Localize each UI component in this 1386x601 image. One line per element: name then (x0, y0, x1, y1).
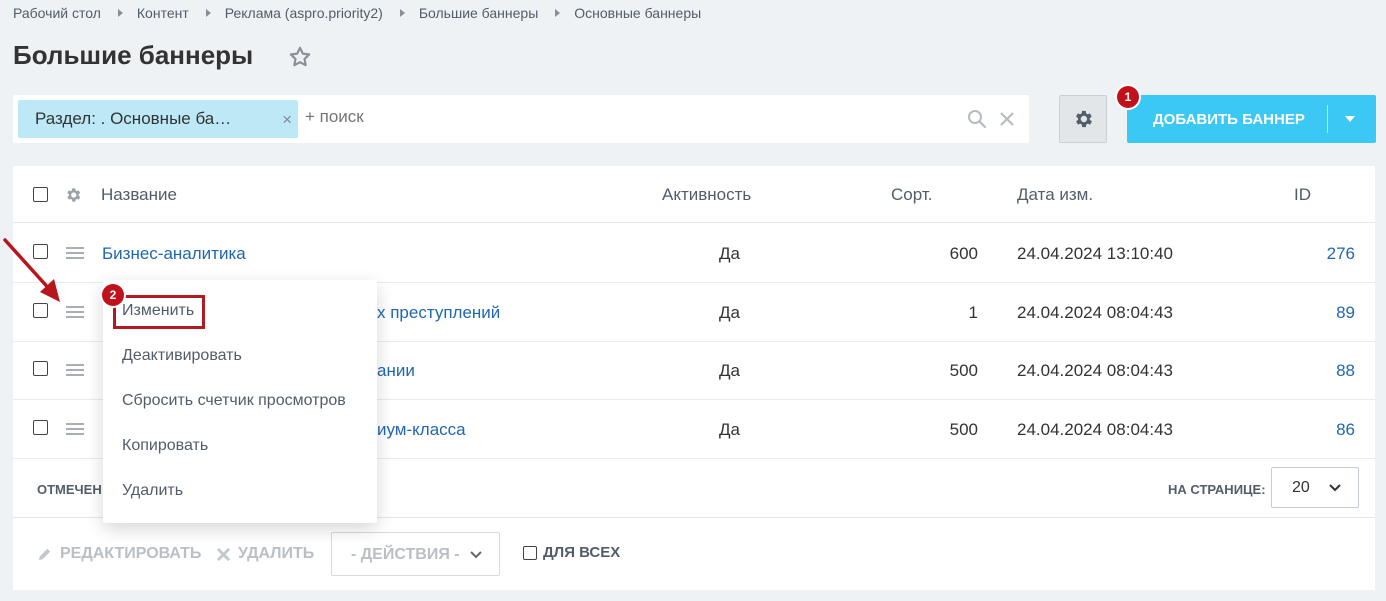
row-id-link[interactable]: 86 (1303, 420, 1355, 440)
row-id-link[interactable]: 88 (1303, 361, 1355, 381)
marked-count-label: ОТМЕЧЕН (37, 482, 102, 497)
actions-select[interactable]: - ДЕЙСТВИЯ - (331, 532, 500, 576)
row-name-link[interactable]: ании (377, 361, 415, 381)
row-sort: 1 (968, 303, 978, 322)
row-name-link[interactable]: иум-класса (377, 420, 466, 440)
breadcrumb-separator-icon (117, 9, 123, 17)
row-id-link[interactable]: 276 (1303, 244, 1355, 264)
row-sort: 500 (949, 361, 978, 380)
actions-select-value: - ДЕЙСТВИЯ - (351, 546, 460, 563)
settings-button[interactable] (1059, 95, 1107, 143)
filter-bar: Раздел: . Основные ба… × (13, 95, 1029, 143)
page-title: Большие баннеры (13, 40, 254, 70)
menu-item-edit[interactable]: Изменить (122, 302, 194, 320)
row-context-menu: Изменить Деактивировать Сбросить счетчик… (103, 280, 377, 523)
row-active: Да (719, 361, 740, 380)
group-action-bar: РЕДАКТИРОВАТЬ УДАЛИТЬ - ДЕЙСТВИЯ - ДЛЯ В… (13, 519, 1375, 590)
row-active: Да (719, 244, 740, 263)
step-badge-2: 2 (102, 284, 124, 306)
row-date: 24.04.2024 08:04:43 (1017, 420, 1173, 439)
for-all-label: ДЛЯ ВСЕХ (543, 544, 621, 561)
select-all-checkbox[interactable] (33, 187, 48, 202)
add-banner-label: ДОБАВИТЬ БАННЕР (1153, 111, 1305, 128)
table-header: Название Активность Сорт. Дата изм. ID (13, 166, 1375, 223)
row-active: Да (719, 420, 740, 439)
annotation-arrow-icon (3, 238, 60, 302)
breadcrumb-ads[interactable]: Реклама (aspro.priority2) (225, 5, 383, 21)
per-page-label: НА СТРАНИЦЕ: (1168, 482, 1266, 497)
menu-item-delete[interactable]: Удалить (122, 482, 183, 500)
table-row: Бизнес-аналитика Да 600 24.04.2024 13:10… (13, 224, 1375, 283)
close-icon[interactable]: × (282, 110, 292, 130)
menu-item-reset-views[interactable]: Сбросить счетчик просмотров (122, 392, 346, 410)
column-header-date[interactable]: Дата изм. (1017, 185, 1093, 205)
per-page-select[interactable]: 20 (1271, 467, 1359, 508)
row-active: Да (719, 303, 740, 322)
breadcrumb-desktop[interactable]: Рабочий стол (13, 5, 101, 21)
breadcrumb-separator-icon (205, 9, 211, 17)
filter-tag-label: Раздел: . Основные ба… (35, 109, 232, 128)
row-date: 24.04.2024 08:04:43 (1017, 361, 1173, 380)
breadcrumb-separator-icon (555, 9, 561, 17)
per-page-value: 20 (1292, 479, 1310, 496)
row-menu-icon[interactable] (66, 363, 84, 377)
row-id-link[interactable]: 89 (1303, 303, 1355, 323)
row-checkbox[interactable] (33, 420, 48, 435)
for-all-toggle[interactable]: ДЛЯ ВСЕХ (523, 544, 620, 561)
chevron-down-icon (470, 551, 482, 559)
row-sort: 500 (949, 420, 978, 439)
row-menu-icon[interactable] (66, 422, 84, 436)
breadcrumb-main-banners[interactable]: Основные баннеры (574, 5, 701, 21)
breadcrumb-separator-icon (399, 9, 405, 17)
chevron-down-icon[interactable] (1345, 116, 1355, 122)
gear-icon (1076, 110, 1092, 128)
row-name-link[interactable]: Бизнес-аналитика (102, 244, 246, 264)
add-banner-button[interactable]: ДОБАВИТЬ БАННЕР (1127, 95, 1376, 143)
for-all-checkbox[interactable] (523, 545, 537, 560)
edit-action-button[interactable]: РЕДАКТИРОВАТЬ (60, 545, 201, 563)
chevron-down-icon (1329, 484, 1341, 492)
clear-icon[interactable] (998, 110, 1016, 128)
search-icon[interactable] (967, 109, 987, 129)
filter-tag-section[interactable]: Раздел: . Основные ба… × (18, 100, 298, 138)
column-header-name[interactable]: Название (101, 185, 177, 205)
button-divider (1327, 105, 1328, 133)
delete-action-button[interactable]: УДАЛИТЬ (238, 545, 314, 563)
column-settings-gear-icon[interactable] (64, 186, 82, 204)
menu-item-copy[interactable]: Копировать (122, 437, 208, 455)
row-name-link[interactable]: х преступлений (377, 303, 500, 323)
cross-icon (216, 547, 231, 562)
breadcrumb-big-banners[interactable]: Большие баннеры (419, 5, 538, 21)
row-sort: 600 (949, 244, 978, 263)
row-date: 24.04.2024 08:04:43 (1017, 303, 1173, 322)
breadcrumb-content[interactable]: Контент (137, 5, 189, 21)
pencil-icon (38, 548, 51, 561)
step-badge-1: 1 (1117, 86, 1139, 108)
row-checkbox[interactable] (33, 361, 48, 376)
search-input[interactable] (305, 107, 605, 127)
column-header-sort[interactable]: Сорт. (891, 185, 932, 205)
menu-item-deactivate[interactable]: Деактивировать (122, 347, 242, 365)
breadcrumb: Рабочий стол Контент Реклама (aspro.prio… (13, 5, 701, 21)
row-date: 24.04.2024 13:10:40 (1017, 244, 1173, 263)
star-icon[interactable] (287, 44, 313, 70)
column-header-id[interactable]: ID (1294, 185, 1311, 205)
column-header-active[interactable]: Активность (662, 185, 751, 205)
